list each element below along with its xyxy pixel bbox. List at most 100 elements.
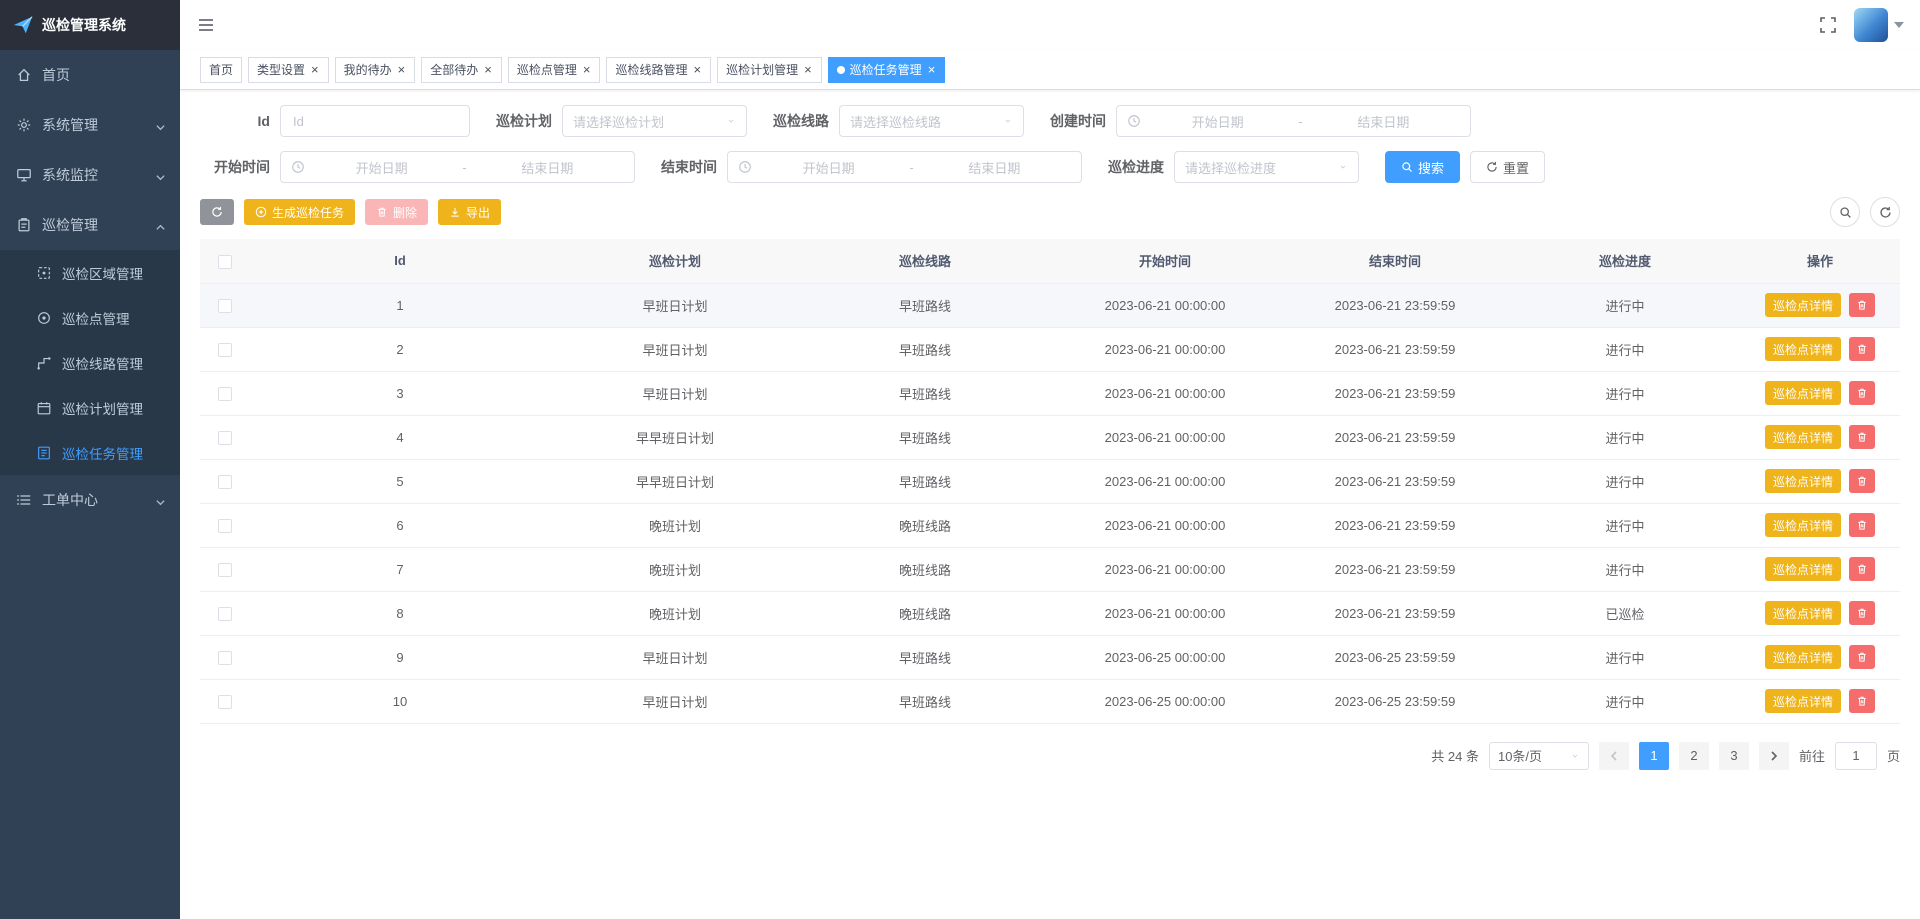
- column-header-route: 巡检线路: [800, 239, 1050, 284]
- row-checkbox[interactable]: [218, 342, 232, 357]
- inspection-submenu: 巡检区域管理 巡检点管理 巡检线路管理 巡检计划管理 巡检任务管理: [0, 250, 180, 475]
- page-button-3[interactable]: 3: [1718, 741, 1749, 770]
- delete-row-button[interactable]: [1849, 689, 1875, 713]
- tab-item-4[interactable]: 巡检点管理 ×: [507, 56, 601, 83]
- cell-id: 10: [250, 679, 550, 724]
- sidebar: 巡检管理系统 首页 系统管理 系统监控 巡检管理 巡检区域管理 巡检点管理 巡检…: [0, 0, 180, 919]
- page-button-1[interactable]: 1: [1638, 741, 1669, 770]
- close-icon[interactable]: ×: [483, 63, 493, 76]
- inspection-point-detail-button[interactable]: 巡检点详情: [1764, 557, 1841, 581]
- inspection-point-detail-button[interactable]: 巡检点详情: [1764, 689, 1841, 713]
- close-icon[interactable]: ×: [582, 63, 592, 76]
- delete-row-button[interactable]: [1849, 513, 1875, 537]
- hamburger-icon[interactable]: [196, 15, 216, 35]
- inspection-point-detail-button[interactable]: 巡检点详情: [1764, 381, 1841, 405]
- goto-page-input[interactable]: [1834, 741, 1877, 770]
- row-checkbox[interactable]: [218, 606, 232, 621]
- sidebar-item-home[interactable]: 首页: [0, 50, 180, 100]
- row-checkbox[interactable]: [218, 430, 232, 445]
- sidebar-item-system-monitor[interactable]: 系统监控: [0, 150, 180, 200]
- chevron-up-icon: [155, 220, 166, 231]
- cell-start-time: 2023-06-21 00:00:00: [1050, 503, 1280, 548]
- page-size-select[interactable]: 10条/页: [1488, 741, 1589, 770]
- column-header-start: 开始时间: [1050, 239, 1280, 284]
- delete-row-button[interactable]: [1849, 557, 1875, 581]
- table-row: 9 早班日计划 早班路线 2023-06-25 00:00:00 2023-06…: [200, 635, 1900, 680]
- row-checkbox[interactable]: [218, 518, 232, 533]
- inspection-point-detail-button[interactable]: 巡检点详情: [1764, 513, 1841, 537]
- refresh-table-button[interactable]: [1870, 197, 1900, 227]
- row-checkbox[interactable]: [218, 474, 232, 489]
- close-icon[interactable]: ×: [397, 63, 407, 76]
- inspection-point-detail-button[interactable]: 巡检点详情: [1764, 425, 1841, 449]
- tab-label: 类型设置: [257, 63, 306, 77]
- row-checkbox[interactable]: [218, 694, 232, 709]
- refresh-icon: [211, 206, 223, 218]
- user-menu[interactable]: [1854, 8, 1904, 42]
- reset-button-label: 重置: [1503, 160, 1530, 176]
- id-input[interactable]: [280, 105, 470, 137]
- next-page-button[interactable]: [1758, 741, 1789, 770]
- sidebar-item-inspection-area[interactable]: 巡检区域管理: [0, 250, 180, 295]
- route-select[interactable]: 请选择巡检线路: [839, 105, 1024, 137]
- close-icon[interactable]: ×: [927, 63, 937, 76]
- delete-row-button[interactable]: [1849, 469, 1875, 493]
- sidebar-item-inspection-task[interactable]: 巡检任务管理: [0, 430, 180, 475]
- delete-row-button[interactable]: [1849, 293, 1875, 317]
- cell-end-time: 2023-06-21 23:59:59: [1280, 371, 1510, 416]
- select-all-checkbox[interactable]: [218, 254, 232, 269]
- inspection-point-detail-button[interactable]: 巡检点详情: [1764, 645, 1841, 669]
- start-time-range-picker[interactable]: 开始日期 - 结束日期: [280, 151, 635, 183]
- reset-button[interactable]: 重置: [1470, 151, 1546, 183]
- delete-row-button[interactable]: [1849, 425, 1875, 449]
- range-separator: -: [1298, 113, 1303, 129]
- tab-item-6[interactable]: 巡检计划管理 ×: [717, 56, 822, 83]
- end-time-range-picker[interactable]: 开始日期 - 结束日期: [727, 151, 1082, 183]
- sidebar-item-system-mgmt[interactable]: 系统管理: [0, 100, 180, 150]
- plan-select-placeholder: 请选择巡检计划: [573, 114, 665, 130]
- export-button[interactable]: 导出: [438, 199, 502, 225]
- inspection-point-detail-button[interactable]: 巡检点详情: [1764, 601, 1841, 625]
- cell-id: 4: [250, 415, 550, 460]
- tab-item-1[interactable]: 类型设置 ×: [248, 56, 329, 83]
- range-end-placeholder: 结束日期: [968, 160, 1021, 176]
- tab-item-5[interactable]: 巡检线路管理 ×: [606, 56, 712, 83]
- inspection-point-detail-button[interactable]: 巡检点详情: [1764, 293, 1841, 317]
- sidebar-item-inspection-plan[interactable]: 巡检计划管理: [0, 385, 180, 430]
- delete-row-button[interactable]: [1849, 381, 1875, 405]
- prev-page-button[interactable]: [1598, 741, 1629, 770]
- generate-task-button[interactable]: 生成巡检任务: [244, 199, 356, 225]
- page-button-2[interactable]: 2: [1678, 741, 1709, 770]
- progress-select[interactable]: 请选择巡检进度: [1174, 151, 1359, 183]
- tab-item-0[interactable]: 首页: [200, 56, 243, 83]
- delete-row-button[interactable]: [1849, 337, 1875, 361]
- row-checkbox[interactable]: [218, 386, 232, 401]
- tab-item-2[interactable]: 我的待办 ×: [334, 56, 416, 83]
- close-icon[interactable]: ×: [692, 63, 702, 76]
- pagination: 共 24 条 10条/页 1 2 3 前往 页: [200, 741, 1900, 770]
- toggle-search-button[interactable]: [1830, 197, 1860, 227]
- refresh-button[interactable]: [200, 199, 234, 225]
- sidebar-item-inspection-route[interactable]: 巡检线路管理: [0, 340, 180, 385]
- row-checkbox[interactable]: [218, 562, 232, 577]
- row-checkbox[interactable]: [218, 298, 232, 313]
- fullscreen-icon[interactable]: [1818, 15, 1838, 35]
- inspection-point-detail-button[interactable]: 巡检点详情: [1764, 337, 1841, 361]
- inspection-point-detail-button[interactable]: 巡检点详情: [1764, 469, 1841, 493]
- tab-item-7[interactable]: 巡检任务管理 ×: [827, 56, 946, 83]
- app-logo[interactable]: 巡检管理系统: [0, 0, 180, 50]
- sidebar-item-workorder-center[interactable]: 工单中心: [0, 475, 180, 525]
- row-checkbox[interactable]: [218, 650, 232, 665]
- progress-select-placeholder: 请选择巡检进度: [1185, 160, 1277, 176]
- create-time-range-picker[interactable]: 开始日期 - 结束日期: [1116, 105, 1471, 137]
- close-icon[interactable]: ×: [310, 63, 320, 76]
- plan-select[interactable]: 请选择巡检计划: [562, 105, 747, 137]
- close-icon[interactable]: ×: [803, 63, 813, 76]
- sidebar-item-inspection-point[interactable]: 巡检点管理: [0, 295, 180, 340]
- delete-row-button[interactable]: [1849, 645, 1875, 669]
- delete-button[interactable]: 删除: [365, 199, 429, 225]
- delete-row-button[interactable]: [1849, 601, 1875, 625]
- search-button[interactable]: 搜索: [1385, 151, 1461, 183]
- tab-item-3[interactable]: 全部待办 ×: [421, 56, 502, 83]
- sidebar-item-inspection-mgmt[interactable]: 巡检管理: [0, 200, 180, 250]
